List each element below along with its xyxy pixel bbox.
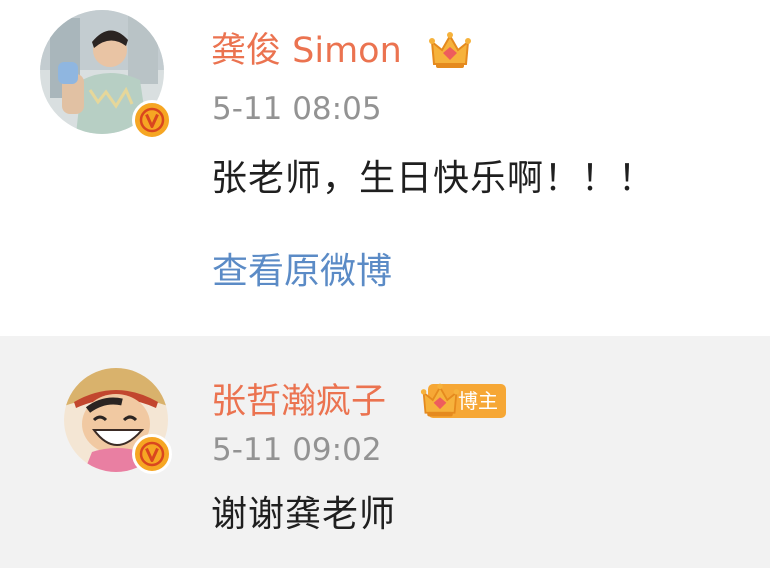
comment-timestamp: 5-11 08:05 xyxy=(212,91,382,127)
verified-v-icon xyxy=(139,441,165,467)
verified-badge xyxy=(132,100,172,140)
view-original-post-link[interactable]: 查看原微博 xyxy=(212,249,392,295)
verified-badge xyxy=(132,434,172,474)
comment-text: 张老师，生日快乐啊！！！ xyxy=(211,158,656,199)
comment-item: 龚俊 Simon 5-11 08:05 张老师，生日快乐啊！！！ 查看原微博 xyxy=(0,0,770,336)
comment-username[interactable]: 龚俊 Simon xyxy=(211,29,402,73)
reply-timestamp: 5-11 09:02 xyxy=(212,432,382,468)
reply-text: 谢谢龚老师 xyxy=(211,494,397,535)
reply-item: 张哲瀚疯子 博主 5-11 09:02 谢谢龚老师 xyxy=(0,336,770,568)
verified-v-icon xyxy=(139,107,165,133)
crown-icon xyxy=(420,380,460,424)
reply-username[interactable]: 张哲瀚疯子 xyxy=(211,380,386,424)
crown-icon xyxy=(428,28,472,76)
